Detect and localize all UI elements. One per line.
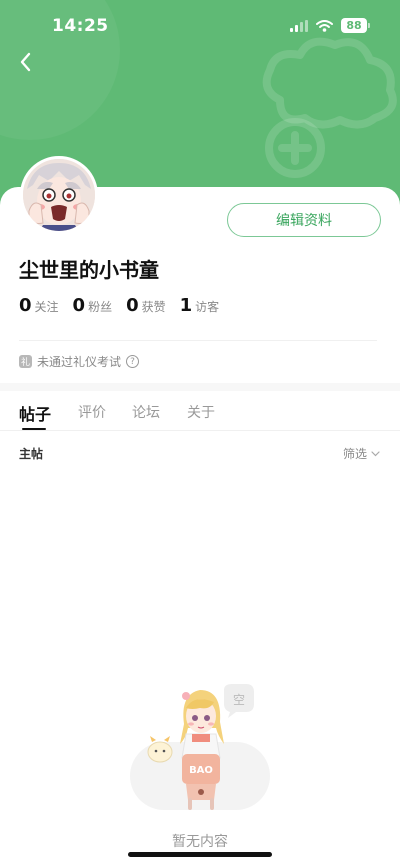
empty-state-text: 暂无内容 [172, 834, 228, 850]
filter-label: 筛选 [342, 447, 367, 461]
stat-value: 1 [179, 295, 193, 316]
tab-about[interactable]: 关于 [187, 402, 215, 422]
status-time: 14:25 [52, 16, 109, 36]
stat-value: 0 [19, 295, 32, 316]
etiquette-badge-icon: 礼 [19, 355, 32, 368]
profile-tabs: 帖子 评价 论坛 关于 [0, 391, 400, 431]
tab-posts[interactable]: 帖子 [19, 401, 51, 425]
stat-label: 访客 [195, 300, 220, 314]
status-bar: 14:25 88 [0, 0, 400, 54]
active-tab-indicator [22, 428, 46, 430]
battery-tip [368, 23, 370, 28]
username: 尘世里的小书童 [19, 258, 159, 282]
chevron-down-icon [371, 450, 380, 456]
stat-value: 0 [126, 295, 139, 316]
stat-following[interactable]: 0 关注 [19, 295, 59, 316]
avatar[interactable] [20, 156, 98, 234]
section-separator [0, 383, 400, 391]
avatar-image [23, 159, 95, 231]
empty-bubble-text: 空 [233, 693, 245, 707]
tab-forum[interactable]: 论坛 [132, 402, 160, 422]
stat-value: 0 [72, 295, 86, 316]
bao-bag-text: BAO [189, 765, 213, 776]
home-indicator[interactable] [128, 852, 272, 857]
wifi-icon [316, 19, 333, 32]
status-icons: 88 [290, 18, 370, 33]
divider [19, 340, 377, 341]
empty-state-illustration: 空 BAO [130, 684, 270, 810]
battery-indicator: 88 [341, 18, 370, 33]
filter-button[interactable]: 筛选 [343, 445, 380, 462]
edit-profile-button[interactable]: 编辑资料 [227, 203, 381, 237]
main-posts-label: 主帖 [19, 447, 44, 461]
profile-stats: 0 关注 0 粉丝 0 获赞 1 访客 [19, 295, 219, 316]
cellular-signal-icon [290, 19, 308, 32]
etiquette-status[interactable]: 礼 未通过礼仪考试 ? [19, 353, 140, 370]
stat-followers[interactable]: 0 粉丝 [73, 295, 113, 316]
etiquette-text: 未通过礼仪考试 [37, 355, 122, 369]
back-arrow-icon[interactable] [14, 50, 38, 74]
stat-label: 关注 [34, 300, 59, 314]
tab-reviews[interactable]: 评价 [78, 402, 106, 422]
help-icon[interactable]: ? [126, 355, 140, 368]
stat-visitors[interactable]: 1 访客 [180, 295, 220, 316]
stat-label: 粉丝 [88, 300, 113, 314]
stat-label: 获赞 [141, 300, 166, 314]
battery-level: 88 [341, 18, 367, 33]
stat-likes[interactable]: 0 获赞 [126, 295, 166, 316]
